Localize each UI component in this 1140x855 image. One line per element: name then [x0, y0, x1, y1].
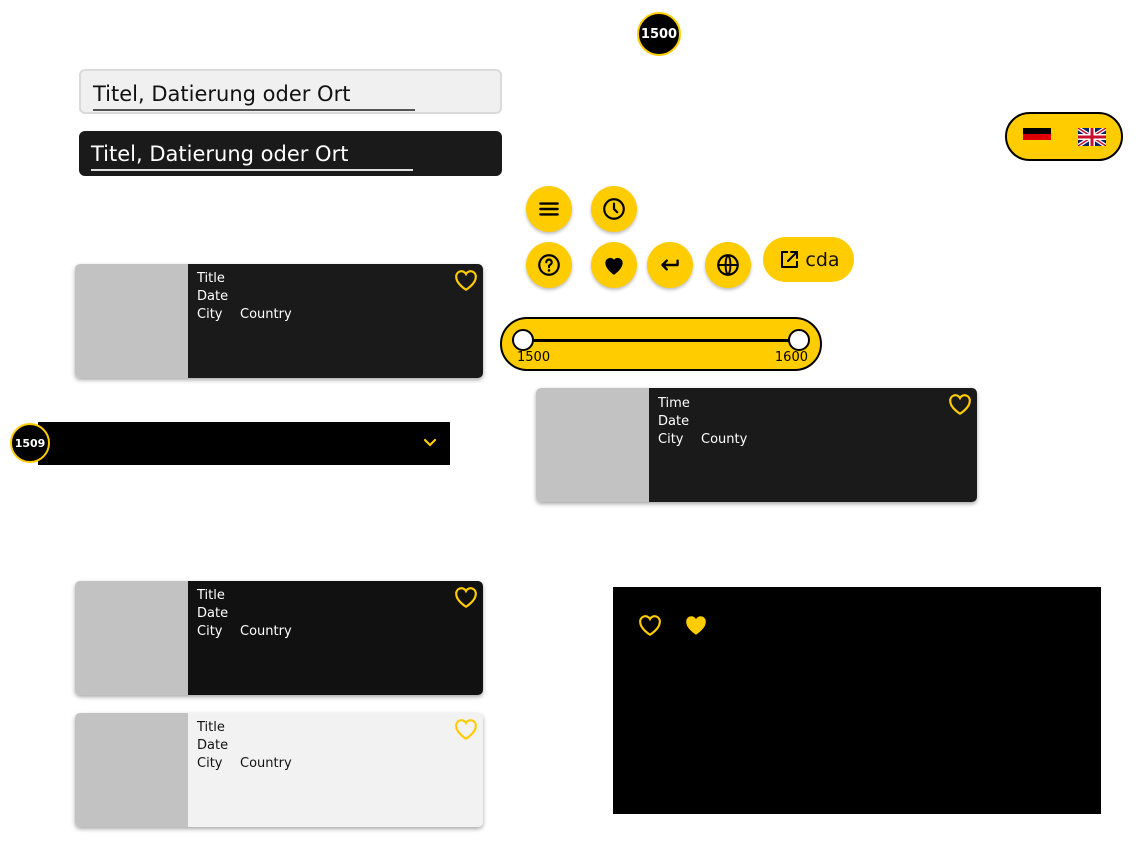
history-button[interactable] [591, 186, 637, 232]
card-country: Country [240, 756, 292, 771]
heart-filled-icon[interactable] [683, 613, 709, 637]
favorites-button[interactable] [591, 242, 637, 288]
card-country: Country [240, 624, 292, 639]
card-image-placeholder [536, 388, 649, 502]
heart-icon [605, 257, 623, 275]
card-city: City [197, 756, 223, 771]
search-underline [93, 109, 415, 111]
slider-max-label: 1600 [774, 350, 808, 365]
back-icon [661, 259, 679, 271]
card-title: Title [197, 720, 225, 735]
search-placeholder: Titel, Datierung oder Ort [91, 142, 349, 166]
help-button[interactable] [526, 242, 572, 288]
heart-outline-icon[interactable] [637, 613, 663, 637]
search-underline [91, 169, 413, 171]
external-link-icon [781, 250, 799, 268]
card-title: Title [197, 271, 225, 286]
year-range-slider[interactable]: 1500 1600 [500, 317, 822, 371]
card-title: Time [658, 396, 690, 411]
card-image-placeholder [75, 581, 188, 695]
card-image-placeholder [75, 264, 188, 378]
german-flag-icon[interactable] [1023, 128, 1051, 146]
slider-min-handle[interactable] [512, 329, 534, 351]
artwork-card[interactable]: Title Date City Country [75, 581, 483, 695]
timeline-year-dropdown[interactable] [38, 422, 450, 465]
card-city: City [197, 624, 223, 639]
heart-outline-icon[interactable] [947, 392, 973, 416]
card-date: Date [197, 606, 229, 621]
search-input-light[interactable]: Titel, Datierung oder Ort [79, 69, 502, 114]
language-switch[interactable] [1005, 112, 1123, 161]
card-image-placeholder [75, 713, 188, 827]
globe-icon [717, 254, 739, 276]
card-city: City [658, 432, 684, 447]
timeline-year-badge: 1509 [10, 423, 50, 463]
artwork-card[interactable]: Title Date City Country [75, 713, 483, 827]
slider-track [522, 339, 800, 342]
search-placeholder: Titel, Datierung oder Ort [93, 82, 351, 106]
card-country: County [701, 432, 748, 447]
slider-min-label: 1500 [517, 350, 551, 365]
card-city: City [197, 307, 223, 322]
artwork-card[interactable]: Title Date City Country [75, 264, 483, 378]
card-date: Date [197, 289, 229, 304]
year-badge: 1500 [637, 12, 681, 56]
card-country: Country [240, 307, 292, 322]
heart-outline-icon[interactable] [453, 585, 479, 609]
card-title: Title [197, 588, 225, 603]
artwork-card[interactable]: Time Date City County [536, 388, 977, 502]
slider-max-handle[interactable] [788, 329, 810, 351]
help-icon [538, 254, 560, 276]
heart-outline-icon[interactable] [453, 268, 479, 292]
heart-outline-icon[interactable] [453, 717, 479, 741]
chevron-down-icon[interactable] [422, 435, 438, 451]
external-link-button[interactable]: cda [763, 237, 854, 282]
card-date: Date [658, 414, 690, 429]
external-link-label: cda [805, 248, 840, 271]
search-input-dark[interactable]: Titel, Datierung oder Ort [79, 131, 502, 176]
language-button[interactable] [705, 242, 751, 288]
uk-flag-icon[interactable] [1078, 128, 1106, 146]
back-button[interactable] [647, 242, 693, 288]
image-viewer-panel [613, 587, 1101, 814]
clock-icon [603, 198, 625, 220]
menu-icon [539, 202, 559, 216]
card-date: Date [197, 738, 229, 753]
menu-button[interactable] [526, 186, 572, 232]
